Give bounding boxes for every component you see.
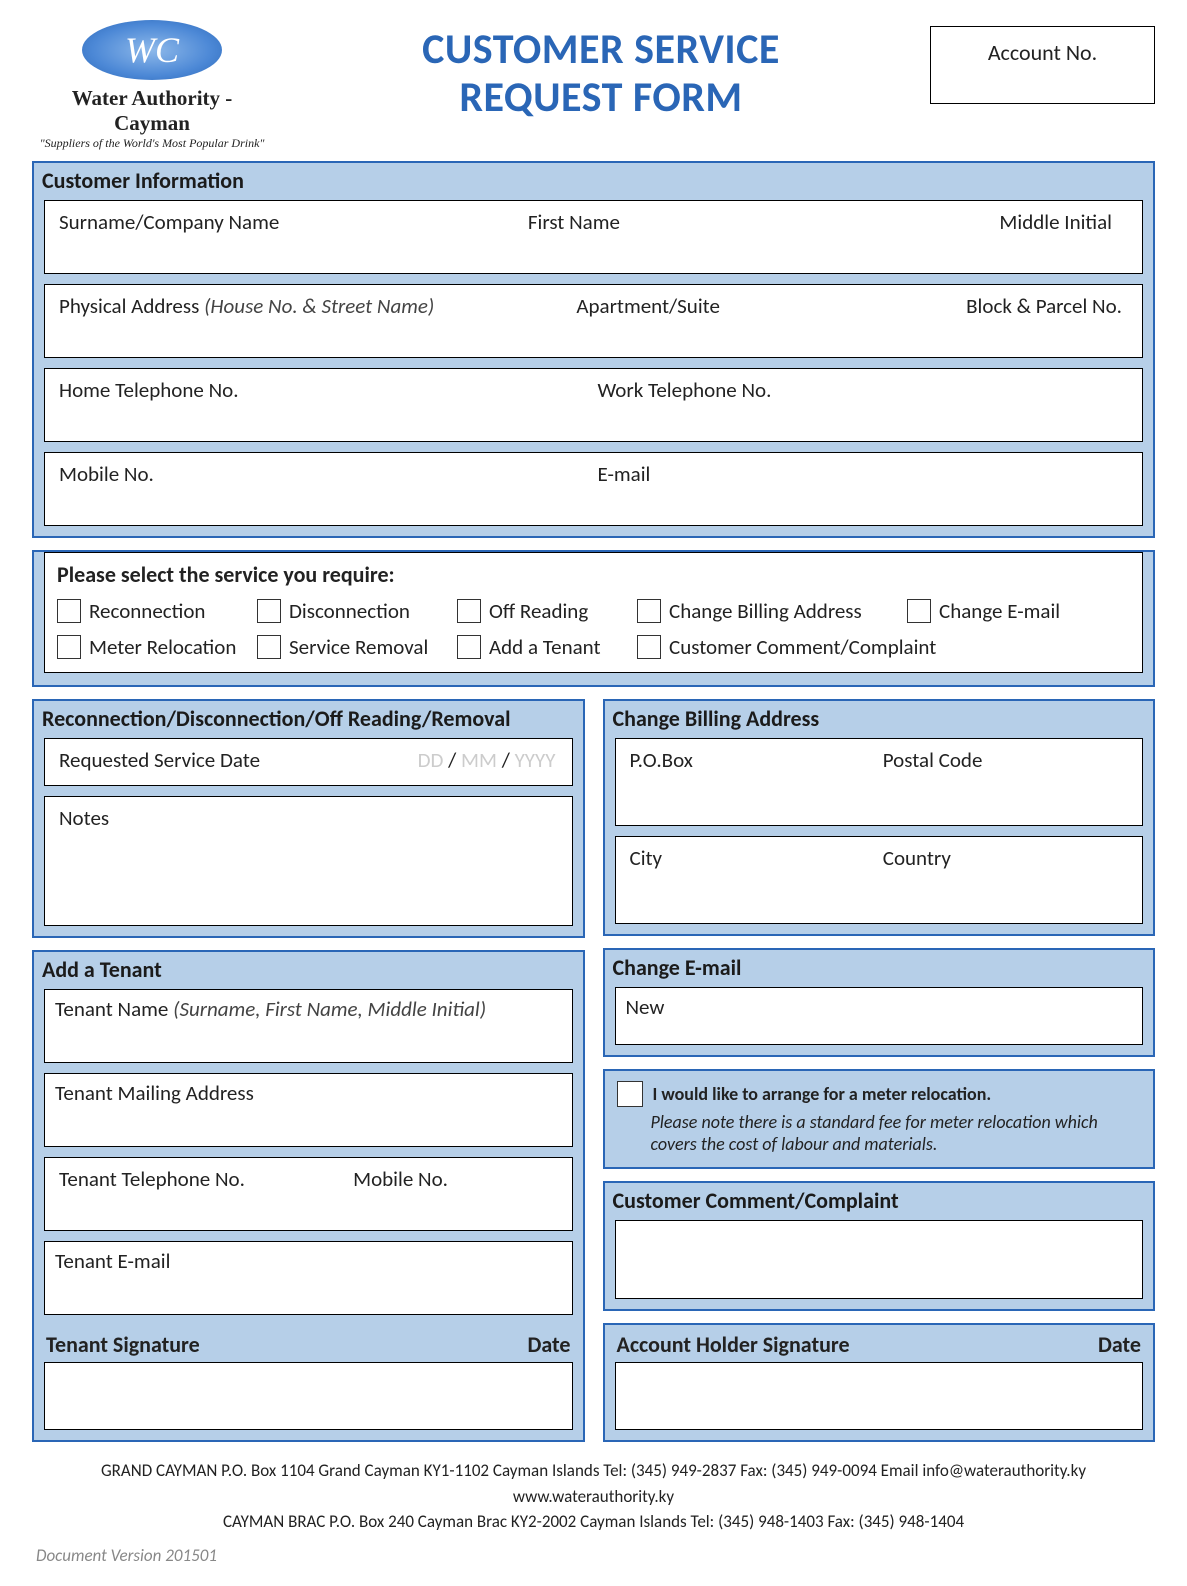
tenant-mobile-label: Mobile No. xyxy=(349,1164,561,1192)
reconnection-section: Reconnection/Disconnection/Off Reading/R… xyxy=(32,699,585,938)
account-number-label: Account No. xyxy=(988,39,1097,66)
date-dd-hint: DD xyxy=(418,747,444,773)
checkbox-disconnection[interactable]: Disconnection xyxy=(257,598,457,624)
add-tenant-header: Add a Tenant xyxy=(34,952,583,989)
logo-name: Water Authority - Cayman xyxy=(32,86,272,136)
footer-line1: GRAND CAYMAN P.O. Box 1104 Grand Cayman … xyxy=(32,1458,1155,1509)
tenant-telephone-label: Tenant Telephone No. xyxy=(55,1164,349,1192)
email-label: E-mail xyxy=(594,459,1133,487)
telephone-row[interactable]: Home Telephone No. Work Telephone No. xyxy=(44,368,1143,442)
tenant-name-box[interactable]: Tenant Name (Surname, First Name, Middle… xyxy=(44,989,573,1063)
name-row[interactable]: Surname/Company Name First Name Middle I… xyxy=(44,200,1143,274)
meter-relocation-section: I would like to arrange for a meter relo… xyxy=(603,1069,1156,1169)
customer-comment-section: Customer Comment/Complaint xyxy=(603,1181,1156,1311)
meter-relocation-label: I would like to arrange for a meter relo… xyxy=(653,1083,992,1105)
home-telephone-label: Home Telephone No. xyxy=(55,375,594,403)
checkbox-off-reading[interactable]: Off Reading xyxy=(457,598,637,624)
tenant-signature-box[interactable] xyxy=(44,1362,573,1430)
checkbox-change-email[interactable]: Change E-mail xyxy=(907,598,1060,624)
checkbox-customer-comment[interactable]: Customer Comment/Complaint xyxy=(637,634,936,660)
service-selection-header: Please select the service you require: xyxy=(57,561,1130,588)
tenant-name-label: Tenant Name xyxy=(55,996,173,1022)
new-email-label: New xyxy=(626,994,665,1020)
logo-oval: WC xyxy=(82,20,222,80)
customer-comment-box[interactable] xyxy=(615,1220,1144,1299)
date-yyyy-hint: YYYY xyxy=(515,747,556,773)
meter-relocation-note: Please note there is a standard fee for … xyxy=(617,1111,1142,1155)
document-version: Document Version 201501 xyxy=(36,1545,1155,1566)
tenant-signature-date-label: Date xyxy=(528,1331,571,1358)
account-holder-signature-date-label: Date xyxy=(1098,1331,1141,1358)
firstname-label: First Name xyxy=(524,207,878,235)
pobox-label: P.O.Box xyxy=(626,745,879,773)
change-email-header: Change E-mail xyxy=(605,950,1154,987)
tenant-email-box[interactable]: Tenant E-mail xyxy=(44,1241,573,1315)
tenant-mailing-address-label: Tenant Mailing Address xyxy=(55,1080,254,1106)
middle-initial-label: Middle Initial xyxy=(878,207,1132,235)
footer-line2: CAYMAN BRAC P.O. Box 240 Cayman Brac KY2… xyxy=(32,1509,1155,1535)
physical-address-label: Physical Address (House No. & Street Nam… xyxy=(55,291,572,319)
logo-block: WC Water Authority - Cayman "Suppliers o… xyxy=(32,20,272,151)
mobile-label: Mobile No. xyxy=(55,459,594,487)
mobile-email-row[interactable]: Mobile No. E-mail xyxy=(44,452,1143,526)
account-holder-signature-box[interactable] xyxy=(615,1362,1144,1430)
surname-label: Surname/Company Name xyxy=(55,207,524,235)
logo-tagline: "Suppliers of the World's Most Popular D… xyxy=(32,136,272,151)
postal-code-label: Postal Code xyxy=(879,745,1132,773)
checkbox-reconnection[interactable]: Reconnection xyxy=(57,598,257,624)
checkbox-meter-relocation[interactable]: Meter Relocation xyxy=(57,634,257,660)
address-row[interactable]: Physical Address (House No. & Street Nam… xyxy=(44,284,1143,358)
account-holder-signature-section: Account Holder Signature Date xyxy=(603,1323,1156,1442)
requested-service-date-label: Requested Service Date xyxy=(55,745,307,773)
tenant-email-label: Tenant E-mail xyxy=(55,1248,170,1274)
notes-box[interactable]: Notes xyxy=(44,796,573,926)
change-billing-address-header: Change Billing Address xyxy=(605,701,1154,738)
customer-information-section: Customer Information Surname/Company Nam… xyxy=(32,161,1155,538)
tenant-signature-label: Tenant Signature xyxy=(46,1331,200,1358)
notes-label: Notes xyxy=(55,803,562,831)
country-label: Country xyxy=(879,843,1132,871)
checkbox-change-billing-address[interactable]: Change Billing Address xyxy=(637,598,907,624)
change-email-section: Change E-mail New xyxy=(603,948,1156,1057)
tenant-mailing-address-box[interactable]: Tenant Mailing Address xyxy=(44,1073,573,1147)
checkbox-meter-relocation-confirm[interactable] xyxy=(617,1081,643,1107)
tenant-telephone-box[interactable]: Tenant Telephone No. Mobile No. xyxy=(44,1157,573,1231)
account-number-box[interactable]: Account No. xyxy=(930,26,1155,104)
add-tenant-section: Add a Tenant Tenant Name (Surname, First… xyxy=(32,950,585,1442)
customer-comment-header: Customer Comment/Complaint xyxy=(605,1183,1154,1220)
date-mm-hint: MM xyxy=(461,747,497,773)
work-telephone-label: Work Telephone No. xyxy=(594,375,1133,403)
new-email-box[interactable]: New xyxy=(615,987,1144,1045)
page-title: CUSTOMER SERVICEREQUEST FORM xyxy=(272,20,930,123)
customer-information-header: Customer Information xyxy=(34,163,1153,200)
apartment-label: Apartment/Suite xyxy=(572,291,863,319)
city-label: City xyxy=(626,843,879,871)
checkbox-add-tenant[interactable]: Add a Tenant xyxy=(457,634,637,660)
block-parcel-label: Block & Parcel No. xyxy=(863,291,1132,319)
change-billing-address-section: Change Billing Address P.O.Box Postal Co… xyxy=(603,699,1156,936)
account-holder-signature-label: Account Holder Signature xyxy=(617,1331,850,1358)
service-selection-section: Please select the service you require: R… xyxy=(32,550,1155,687)
pobox-postal-box[interactable]: P.O.Box Postal Code xyxy=(615,738,1144,826)
city-country-box[interactable]: City Country xyxy=(615,836,1144,924)
requested-service-date-box[interactable]: Requested Service Date DD / MM / YYYY xyxy=(44,738,573,786)
reconnection-header: Reconnection/Disconnection/Off Reading/R… xyxy=(34,701,583,738)
checkbox-service-removal[interactable]: Service Removal xyxy=(257,634,457,660)
footer: GRAND CAYMAN P.O. Box 1104 Grand Cayman … xyxy=(32,1458,1155,1535)
